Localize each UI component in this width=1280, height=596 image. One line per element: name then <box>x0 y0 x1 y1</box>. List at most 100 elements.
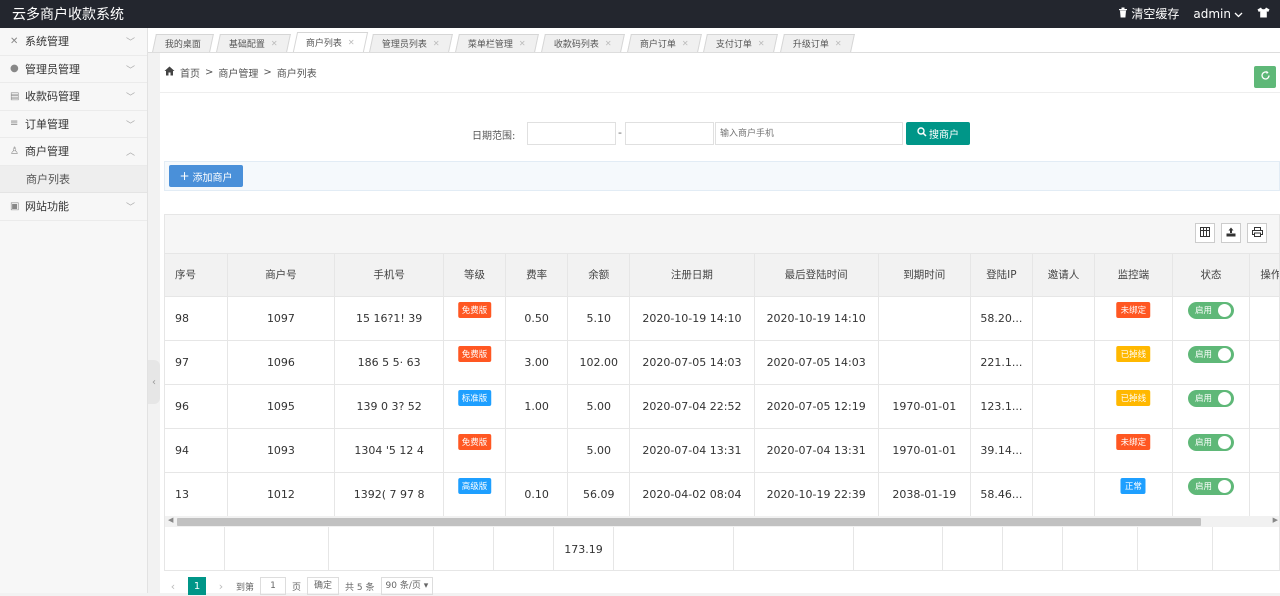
close-icon[interactable]: ✕ <box>758 39 765 48</box>
chevron-down-icon <box>1234 7 1243 21</box>
column-header[interactable]: 余额 <box>567 254 631 297</box>
sidebar-item-label: 订单管理 <box>25 117 69 131</box>
refresh-button[interactable] <box>1254 66 1276 88</box>
end-date-input[interactable] <box>625 122 714 145</box>
page-size-select[interactable]: 90 条/页 ▾ <box>380 577 434 595</box>
table-row[interactable]: 97 1096 186 5 5· 63 免费版 3.00 102.00 2020-07-05… <box>165 340 1279 385</box>
tab-2[interactable]: 商户列表 ✕ <box>292 32 368 52</box>
tab-0[interactable]: 我的桌面 <box>152 34 214 52</box>
tab-label: 升级订单 <box>792 40 829 50</box>
page-number-input[interactable]: 1 <box>260 577 287 595</box>
cell-action: 编辑 <box>1249 340 1279 385</box>
total-cell <box>614 527 734 570</box>
scroll-right-icon[interactable]: ▶ <box>1273 516 1278 524</box>
total-count: 共 5 条 <box>345 582 375 593</box>
status-toggle[interactable]: 启用 <box>1188 433 1235 451</box>
goto-confirm-button[interactable]: 确定 <box>307 577 340 595</box>
user-menu[interactable]: admin <box>1193 7 1243 21</box>
sidebar: ✕ 系统管理 ﹀ ● 管理员管理 ﹀ ▤ 收款码管理 ﹀ ≡ 订单管理 ﹀ ♙ … <box>0 28 148 593</box>
tab-3[interactable]: 管理员列表 ✕ <box>369 34 454 52</box>
status-toggle[interactable]: 启用 <box>1188 345 1235 363</box>
cell-rate: 1.00 <box>505 384 569 429</box>
sidebar-item-website[interactable]: ▣ 网站功能 ﹀ <box>0 193 147 221</box>
sidebar-item-qrcodes[interactable]: ▤ 收款码管理 ﹀ <box>0 83 147 111</box>
tab-5[interactable]: 收款码列表 ✕ <box>540 34 625 52</box>
cell-balance: 5.10 <box>567 296 631 341</box>
status-toggle[interactable]: 启用 <box>1188 389 1235 407</box>
close-icon[interactable]: ✕ <box>835 39 842 48</box>
cell-ip: 58.46... <box>970 472 1033 517</box>
cell-monitor: 已掉线 <box>1094 340 1173 385</box>
columns-filter-button[interactable] <box>1195 223 1215 243</box>
column-header[interactable]: 状态 <box>1172 254 1251 297</box>
cell-status: 启用 <box>1172 340 1251 385</box>
trash-icon <box>1118 7 1128 21</box>
sidebar-item-system[interactable]: ✕ 系统管理 ﹀ <box>0 28 147 56</box>
column-header[interactable]: 监控端 <box>1094 254 1173 297</box>
scroll-left-icon[interactable]: ◀ <box>168 516 173 524</box>
status-toggle[interactable]: 启用 <box>1188 477 1235 495</box>
column-header[interactable]: 到期时间 <box>878 254 971 297</box>
prev-page-icon[interactable]: ‹ <box>164 580 182 593</box>
search-button[interactable]: 搜商户 <box>906 122 970 145</box>
total-cell <box>165 527 225 570</box>
export-button[interactable] <box>1221 223 1241 243</box>
next-page-icon[interactable]: › <box>212 580 230 593</box>
pagination: ‹ 1 › 到第 1 页 确定 共 5 条 90 条/页 ▾ <box>164 576 434 596</box>
tab-1[interactable]: 基础配置 ✕ <box>216 34 291 52</box>
scrollbar-thumb[interactable] <box>177 518 1201 526</box>
total-balance: 173.19 <box>554 527 614 570</box>
sidebar-subitem-merchant-list[interactable]: 商户列表 <box>0 165 147 193</box>
phone-search-input[interactable] <box>715 122 903 145</box>
cell-reg: 2020-10-19 14:10 <box>629 296 755 341</box>
current-page[interactable]: 1 <box>188 577 206 595</box>
tab-7[interactable]: 支付订单 ✕ <box>703 34 778 52</box>
cell-phone: 1392( 7 97 8 <box>334 472 444 517</box>
tab-4[interactable]: 菜单栏管理 ✕ <box>455 34 539 52</box>
breadcrumb-level1[interactable]: 商户管理 <box>218 65 258 80</box>
column-header[interactable]: 操作 <box>1249 254 1279 297</box>
table-row[interactable]: 13 1012 1392( 7 97 8 高级版 0.10 56.09 2020-04-02… <box>165 472 1279 517</box>
horizontal-scrollbar[interactable]: ◀ ▶ <box>165 516 1279 527</box>
column-header[interactable]: 邀请人 <box>1032 254 1096 297</box>
column-header[interactable]: 等级 <box>443 254 507 297</box>
status-toggle[interactable]: 启用 <box>1188 301 1235 319</box>
tab-8[interactable]: 升级订单 ✕ <box>780 34 855 52</box>
table-row[interactable]: 94 1093 1304 '5 12 4 免费版 5.00 2020-07-04 13:3… <box>165 428 1279 473</box>
breadcrumb-home[interactable]: 首页 <box>180 65 200 80</box>
column-header[interactable]: 手机号 <box>334 254 444 297</box>
search-button-label: 搜商户 <box>929 130 959 141</box>
table-row[interactable]: 96 1095 139 0 3? 52 标准版 1.00 5.00 2020-07-04 2… <box>165 384 1279 429</box>
column-header[interactable]: 费率 <box>505 254 569 297</box>
cell-inviter <box>1032 384 1096 429</box>
column-header[interactable]: 序号 <box>165 254 228 297</box>
cell-monitor: 正常 <box>1094 472 1173 517</box>
start-date-input[interactable] <box>527 122 616 145</box>
sidebar-item-orders[interactable]: ≡ 订单管理 ﹀ <box>0 111 147 138</box>
close-icon[interactable]: ✕ <box>682 39 689 48</box>
sidebar-item-merchants[interactable]: ♙ 商户管理 ︿ <box>0 138 147 166</box>
close-icon[interactable]: ✕ <box>605 39 612 48</box>
close-icon[interactable]: ✕ <box>433 39 440 48</box>
column-header[interactable]: 登陆IP <box>970 254 1033 297</box>
sidebar-item-admins[interactable]: ● 管理员管理 ﹀ <box>0 56 147 83</box>
print-button[interactable] <box>1247 223 1267 243</box>
theme-button[interactable] <box>1257 7 1270 21</box>
add-merchant-button[interactable]: + 添加商户 <box>169 165 243 187</box>
tab-6[interactable]: 商户订单 ✕ <box>626 34 702 52</box>
column-header[interactable]: 最后登陆时间 <box>754 254 879 297</box>
close-icon[interactable]: ✕ <box>271 39 278 48</box>
shirt-icon <box>1257 7 1270 21</box>
cell-last: 2020-07-05 12:19 <box>754 384 879 429</box>
status-label: 启用 <box>1195 306 1213 316</box>
close-icon[interactable]: ✕ <box>519 39 526 48</box>
table-row[interactable]: 98 1097 15 16?1! 39 免费版 0.50 5.10 2020-10-19 1… <box>165 296 1279 341</box>
close-icon[interactable]: ✕ <box>348 38 355 47</box>
column-header[interactable]: 商户号 <box>227 254 336 297</box>
sidebar-collapse-handle[interactable]: ‹ <box>148 360 160 404</box>
column-header[interactable]: 注册日期 <box>629 254 755 297</box>
date-range-label: 日期范围: <box>472 131 516 142</box>
goto-label: 到第 <box>236 582 255 593</box>
cell-action: 编辑 <box>1249 472 1279 517</box>
clear-cache-button[interactable]: 清空缓存 <box>1118 5 1179 22</box>
